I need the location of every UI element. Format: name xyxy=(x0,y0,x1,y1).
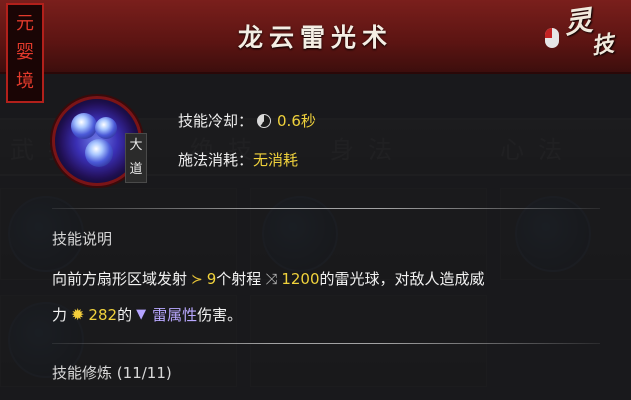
range-value: 1200 xyxy=(281,269,320,288)
realm-char: 婴 xyxy=(16,41,34,63)
cooldown-value: 0.6秒 xyxy=(277,112,316,130)
dao-badge-char: 大 xyxy=(129,138,143,153)
thunder-icon: ▼ xyxy=(136,307,147,322)
skill-title: 龙云雷光术 xyxy=(237,23,393,52)
cost-row: 施法消耗： 无消耗 xyxy=(178,149,298,170)
mouse-icon xyxy=(545,28,559,48)
divider xyxy=(52,343,600,344)
projectile-count: 9 xyxy=(206,269,217,288)
training-row: 技能修炼 (11/11) xyxy=(52,362,172,383)
cost-label: 施法消耗： xyxy=(178,151,254,169)
fan-shot-icon: ≺ xyxy=(191,270,203,287)
description-line-2: 力 ✹ 282 的 ▼ 雷属性 伤害。 xyxy=(52,304,242,325)
cost-value: 无消耗 xyxy=(253,151,299,169)
desc-text: 向前方扇形区域发射 xyxy=(52,270,188,288)
dao-badge: 大 道 xyxy=(125,133,147,183)
description-title: 技能说明 xyxy=(52,230,113,248)
game-screen: 武技 绝技 身法 心法 龙云雷光术 灵技 元 婴 境 大 道 xyxy=(0,0,631,400)
cooldown-label: 技能冷却： xyxy=(178,112,254,130)
realm-tag: 元 婴 境 xyxy=(6,3,44,103)
clock-icon xyxy=(257,113,272,128)
realm-char: 境 xyxy=(16,71,34,93)
desc-text: 力 xyxy=(52,306,68,324)
desc-text: 的雷光球，对敌人造成威 xyxy=(319,270,485,288)
element-type: 雷属性 xyxy=(152,306,198,324)
skill-type-char: 技 xyxy=(589,30,616,60)
desc-text: 的 xyxy=(117,306,133,324)
cooldown-row: 技能冷却： 0.6秒 xyxy=(178,110,316,131)
burst-icon: ✹ xyxy=(71,305,85,324)
orb-icon xyxy=(71,113,97,139)
skill-type-badge: 灵技 xyxy=(562,4,616,63)
orb-icon xyxy=(95,117,117,139)
divider xyxy=(52,208,600,209)
desc-text: 个射程 xyxy=(216,270,262,288)
realm-char: 元 xyxy=(16,12,34,34)
power-value: 282 xyxy=(88,305,118,324)
description-line-1: 向前方扇形区域发射 ≺ 9 个射程 ⤨ 1200 的雷光球，对敌人造成威 xyxy=(52,268,485,289)
orb-icon xyxy=(85,139,113,167)
tooltip-header: 龙云雷光术 灵技 xyxy=(0,0,631,74)
range-icon: ⤨ xyxy=(265,269,278,288)
training-label: 技能修炼 xyxy=(52,364,113,382)
dao-badge-char: 道 xyxy=(129,162,143,177)
desc-text: 伤害。 xyxy=(197,306,243,324)
training-value: (11/11) xyxy=(116,364,172,382)
